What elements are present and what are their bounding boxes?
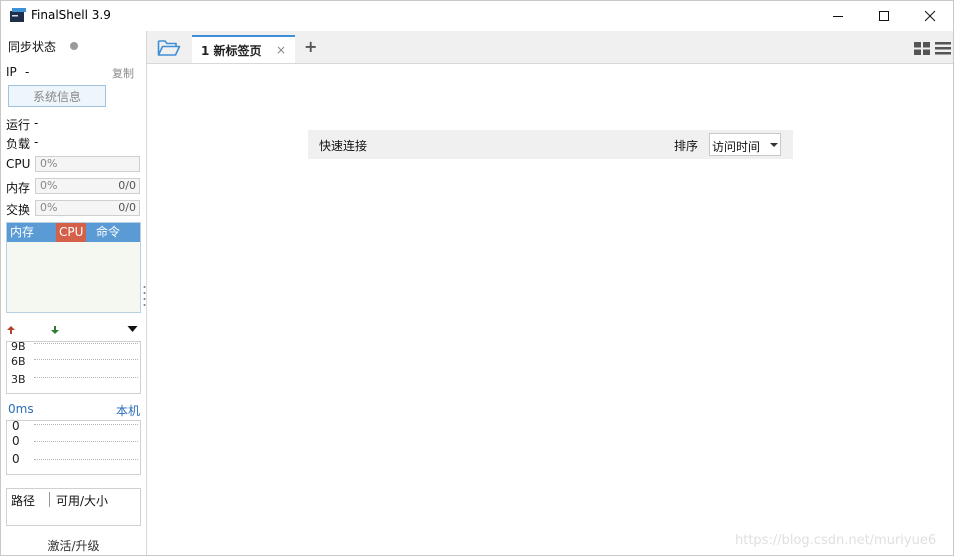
uptime-value: - <box>34 116 39 130</box>
network-chart: 9B 6B 3B <box>6 340 141 394</box>
cpu-label: CPU <box>6 157 31 171</box>
copy-ip-link[interactable]: 复制 <box>112 65 134 81</box>
swap-percent: 0% <box>40 201 58 214</box>
disk-path-header[interactable]: 路径 <box>11 492 35 509</box>
maximize-icon <box>879 11 889 21</box>
ping-host-link[interactable]: 本机 <box>116 402 140 419</box>
disk-table[interactable]: 路径 可用/大小 <box>6 488 141 526</box>
ip-label: IP <box>6 65 17 79</box>
load-value: - <box>34 135 39 149</box>
minimize-icon <box>833 16 843 17</box>
swap-label: 交换 <box>6 203 31 217</box>
net-gridline <box>34 359 138 360</box>
maximize-button[interactable] <box>861 1 907 31</box>
chevron-down-icon <box>770 143 778 147</box>
memory-meter: 0% 0/0 <box>35 178 140 194</box>
title-bar: FinalShell 3.9 <box>1 1 953 31</box>
swap-ratio: 0/0 <box>118 201 136 214</box>
sidebar: 同步状态 IP - 复制 系统信息 运行 - 负载 - CPU 0% 内存 0%… <box>1 31 147 555</box>
cpu-meter: 0% <box>35 156 140 172</box>
tab-new-tab[interactable]: 1 新标签页 × <box>192 35 295 63</box>
sidebar-resize-handle-icon[interactable] <box>143 284 146 310</box>
quick-connect-title: 快速连接 <box>319 139 368 153</box>
process-list[interactable]: 内存 CPU 命令 <box>6 222 141 313</box>
grid-view-icon[interactable] <box>914 42 930 55</box>
net-tick-label: 9B <box>11 340 26 353</box>
activate-upgrade-link[interactable]: 激活/升级 <box>1 537 146 554</box>
sync-status-dot <box>70 42 78 50</box>
ping-tick-label: 0 <box>12 434 20 448</box>
close-icon <box>924 10 936 22</box>
watermark: https://blog.csdn.net/muriyue6 <box>735 533 937 548</box>
cpu-percent: 0% <box>40 157 58 170</box>
sort-value: 访问时间 <box>712 140 761 154</box>
window-title: FinalShell 3.9 <box>31 8 111 22</box>
net-gridline <box>34 377 138 378</box>
memory-ratio: 0/0 <box>118 179 136 192</box>
download-arrow-icon <box>51 326 59 334</box>
sort-label: 排序 <box>674 139 699 153</box>
sync-status-label: 同步状态 <box>8 40 57 54</box>
tab-close-icon[interactable]: × <box>276 43 286 57</box>
close-button[interactable] <box>907 1 953 31</box>
net-gridline <box>34 343 138 344</box>
ping-latency: 0ms <box>8 402 34 416</box>
minimize-button[interactable] <box>815 1 861 31</box>
disk-space-header[interactable]: 可用/大小 <box>56 492 108 509</box>
main-content: 快速连接 排序 访问时间 <box>147 64 953 555</box>
app-window: FinalShell 3.9 同步状态 IP - 复制 系统信息 运行 - 负载… <box>0 0 954 556</box>
process-sort-cpu[interactable]: CPU <box>56 223 87 242</box>
memory-percent: 0% <box>40 179 58 192</box>
net-tick-label: 3B <box>11 373 26 386</box>
system-info-button[interactable]: 系统信息 <box>8 85 106 107</box>
ping-tick-label: 0 <box>12 419 20 433</box>
ping-gridline <box>34 441 138 442</box>
sort-select[interactable]: 访问时间 <box>709 133 781 156</box>
load-label: 负载 <box>6 137 31 151</box>
latency-chart: 0 0 0 <box>6 419 141 475</box>
process-sort-command[interactable]: 命令 <box>93 223 123 242</box>
session-tab-bar: 1 新标签页 × + <box>147 31 953 64</box>
process-list-header: 内存 CPU 命令 <box>7 223 140 242</box>
quick-connect-bar: 快速连接 排序 访问时间 <box>308 130 793 159</box>
swap-meter: 0% 0/0 <box>35 200 140 216</box>
upload-arrow-icon <box>7 326 15 334</box>
network-interface-dropdown-icon[interactable] <box>127 325 138 333</box>
process-sort-memory[interactable]: 内存 <box>7 223 37 242</box>
open-folder-icon[interactable] <box>157 38 181 58</box>
terminal-app-icon <box>10 8 26 22</box>
ping-gridline <box>34 459 138 460</box>
list-view-icon[interactable] <box>935 42 951 55</box>
memory-label: 内存 <box>6 181 31 195</box>
add-tab-button[interactable]: + <box>304 37 317 56</box>
ping-tick-label: 0 <box>12 452 20 466</box>
column-divider <box>49 492 50 507</box>
ping-gridline <box>34 424 138 425</box>
uptime-label: 运行 <box>6 118 31 132</box>
ip-value: - <box>25 65 30 79</box>
net-tick-label: 6B <box>11 355 26 368</box>
tab-label: 1 新标签页 <box>201 44 262 58</box>
